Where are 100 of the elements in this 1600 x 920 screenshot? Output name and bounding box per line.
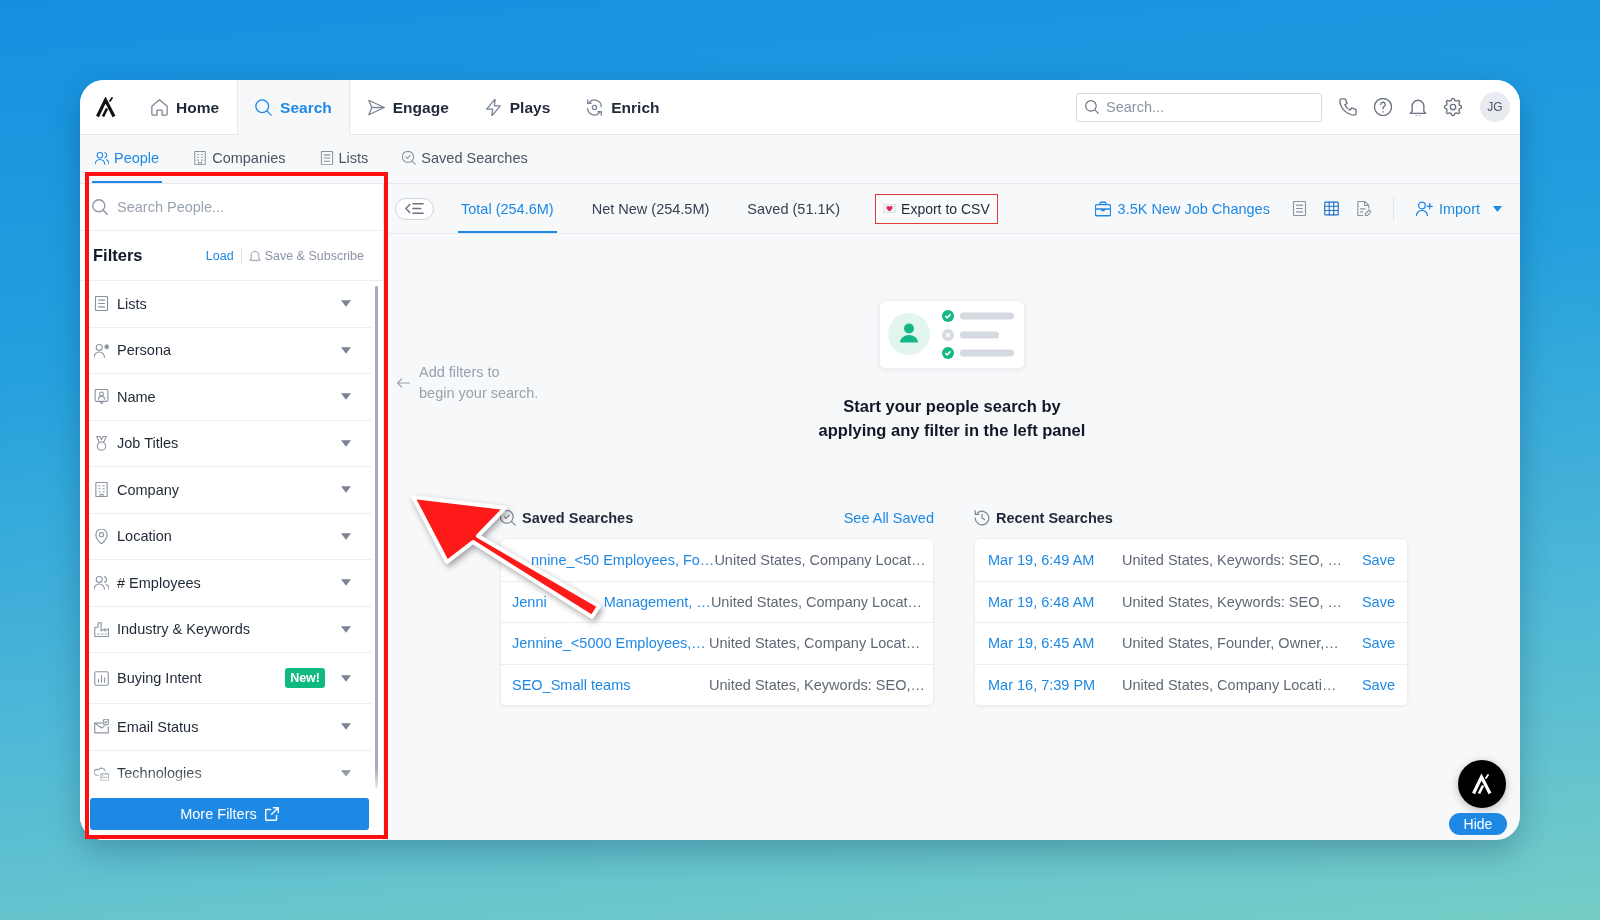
filter-row[interactable]: # Employees (89, 560, 371, 607)
nav-tab[interactable]: Home (133, 80, 238, 135)
section-title: Saved Searches (522, 510, 634, 526)
save-link[interactable]: Save (1361, 676, 1395, 693)
filter-row[interactable]: Industry & Keywords (89, 606, 371, 653)
building-icon (94, 482, 109, 498)
search-date-link[interactable]: Mar 19, 6:45 AM (988, 635, 1122, 652)
save-link[interactable]: Save (1361, 635, 1395, 652)
briefcase-icon (1094, 200, 1111, 217)
save-link[interactable]: Save (1361, 551, 1395, 568)
saved-search-link[interactable]: Jennine_<5000 Employees,… (512, 635, 706, 652)
location-pin-icon (94, 528, 109, 544)
building-icon (193, 151, 208, 165)
search-icon (1085, 100, 1099, 114)
medal-icon (94, 435, 109, 451)
nav-tab[interactable]: Engage (349, 80, 467, 135)
filter-row[interactable]: Name (89, 374, 371, 421)
filters-title: Filters (93, 246, 143, 265)
search-check-icon (500, 510, 516, 526)
people-icon (94, 575, 109, 591)
lightning-icon (484, 99, 502, 116)
filter-row[interactable]: Lists (89, 281, 371, 328)
external-link-icon (264, 807, 279, 821)
save-subscribe-link[interactable]: Save & Subscribe (248, 248, 364, 263)
subnav-tab[interactable]: Companies (190, 135, 289, 183)
job-changes-link[interactable]: 3.5K New Job Changes (1094, 200, 1270, 217)
factory-icon (94, 621, 109, 637)
hide-button[interactable]: Hide (1449, 813, 1507, 835)
section-title: Recent Searches (996, 510, 1113, 526)
mail-check-icon (94, 719, 109, 735)
search-field[interactable]: Search... (1076, 92, 1322, 122)
user-avatar[interactable]: JG (1480, 92, 1510, 122)
left-arrow-icon (397, 378, 410, 388)
saved-search-link[interactable]: Management, … (603, 593, 711, 610)
search-criteria-text: United States, Company Locat… (710, 593, 923, 610)
help-icon[interactable] (1374, 98, 1392, 116)
search-criteria-text: United States, Keywords: SEO,… (709, 676, 925, 693)
logo-icon (1472, 773, 1492, 795)
list-icon (94, 296, 109, 312)
search-icon (255, 99, 273, 116)
search-criteria-text: United States, Keywords: SEO, … (1122, 593, 1342, 610)
list-view-icon[interactable] (1291, 201, 1307, 216)
nav-tab[interactable]: Search (237, 80, 350, 135)
filter-row[interactable]: Location (89, 513, 371, 560)
import-button[interactable]: Import (1415, 200, 1502, 217)
saved-search-link[interactable]: SEO_Small teams (512, 676, 631, 693)
document-edit-icon[interactable] (1355, 201, 1371, 216)
saved-search-link[interactable]: Jenni (512, 593, 547, 610)
saved-search-link[interactable]: nnine_<50 Employees, Fo… (531, 551, 715, 568)
search-date-link[interactable]: Mar 19, 6:49 AM (988, 551, 1122, 568)
search-icon (92, 199, 108, 215)
search-criteria-text: United States, Company Locat… (714, 551, 926, 568)
filter-row[interactable]: Company (89, 467, 371, 514)
caret-icon (1493, 205, 1502, 212)
empty-state-heading: Start your people search by applying any filter in the left panel (818, 396, 1086, 441)
filter-row[interactable]: Job Titles (89, 420, 371, 467)
filter-row[interactable]: Persona (89, 327, 371, 374)
new-badge: New! (285, 668, 325, 688)
send-icon (367, 99, 385, 116)
list-icon (319, 151, 334, 165)
search-criteria-text: United States, Company Locat… (709, 635, 921, 652)
home-icon (151, 99, 168, 116)
search-date-link[interactable]: Mar 16, 7:39 PM (988, 676, 1122, 693)
nav-tab[interactable]: Enrich (568, 80, 678, 135)
id-badge-icon (94, 389, 109, 405)
bell-icon (248, 249, 261, 262)
hint-text: Add filters to begin your search. (419, 363, 539, 403)
collapse-panel-button[interactable] (395, 197, 434, 220)
search-criteria-text: United States, Company Locati… (1122, 676, 1337, 693)
person-plus-icon (1415, 201, 1433, 216)
phone-icon[interactable] (1339, 98, 1357, 116)
search-criteria-text: United States, Founder, Owner,… (1122, 635, 1339, 652)
table-view-icon[interactable] (1323, 201, 1339, 216)
load-link[interactable]: Load (205, 248, 234, 263)
more-filters-button[interactable]: More Filters (90, 798, 369, 830)
see-all-saved-link[interactable]: See All Saved (843, 510, 934, 526)
bar-chart-icon (94, 670, 109, 686)
scrollbar[interactable] (375, 286, 378, 788)
cloud-server-icon (94, 765, 109, 781)
logo-icon[interactable] (96, 96, 116, 118)
subnav-tab[interactable]: Saved Searches (399, 135, 531, 183)
search-date-link[interactable]: Mar 19, 6:48 AM (988, 593, 1122, 610)
nav-tab[interactable]: Plays (466, 80, 569, 135)
person-star-icon (94, 342, 109, 358)
settings-icon[interactable] (1444, 98, 1462, 116)
result-tab[interactable]: Net New (254.5M) (588, 184, 713, 233)
result-tab[interactable]: Total (254.6M) (458, 184, 557, 233)
envelope-heart-icon (883, 204, 897, 213)
filter-row[interactable]: Buying Intent New! (89, 653, 371, 704)
export-csv-button[interactable]: Export to CSV (875, 193, 998, 224)
subnav-tab[interactable]: Lists (316, 135, 372, 183)
history-icon (974, 510, 990, 526)
refresh-icon (586, 99, 604, 116)
notifications-icon[interactable] (1409, 98, 1427, 116)
filter-row[interactable]: Email Status (89, 704, 371, 751)
people-icon (95, 151, 109, 165)
assistant-button[interactable] (1458, 760, 1506, 808)
save-link[interactable]: Save (1361, 593, 1395, 610)
result-tab[interactable]: Saved (51.1K) (744, 184, 844, 233)
search-check-icon (402, 151, 417, 165)
